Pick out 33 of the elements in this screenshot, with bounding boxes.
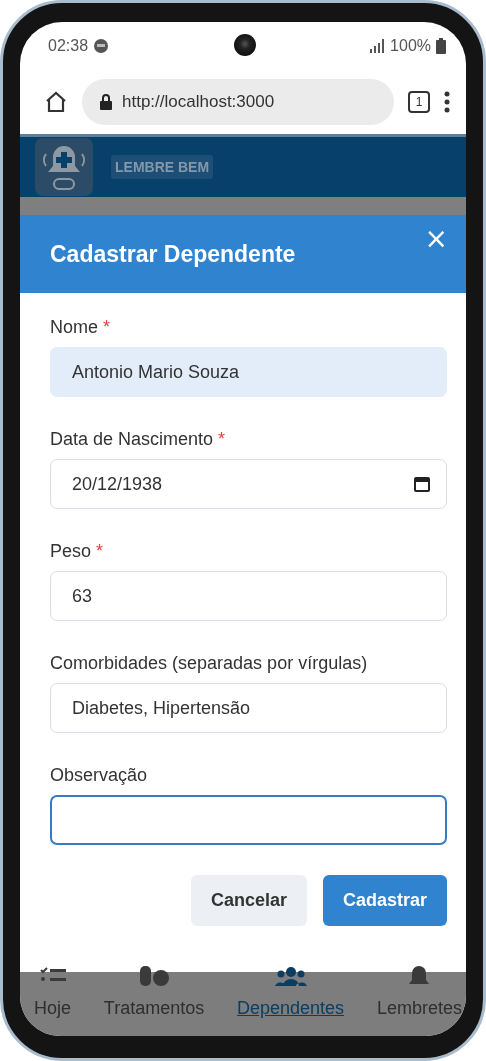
menu-icon[interactable] (444, 91, 450, 113)
field-label: Comorbidades (separadas por vírgulas) (50, 652, 368, 675)
url-text: http://localhost:3000 (122, 92, 275, 112)
lock-icon (100, 94, 112, 110)
close-button[interactable]: × (420, 225, 452, 253)
battery-icon (436, 38, 446, 54)
pills-icon (138, 966, 171, 988)
cancel-button[interactable]: Cancelar (190, 875, 307, 926)
submit-button[interactable]: Cadastrar (322, 875, 447, 926)
required-mark: * (218, 428, 226, 451)
camera-hole (234, 34, 256, 56)
signal-icon (369, 39, 386, 53)
field-label: Data de Nascimento (50, 428, 214, 451)
input-field[interactable]: Diabetes, Hipertensão (50, 683, 447, 733)
field-label: Observação (50, 764, 148, 787)
input-field[interactable] (50, 795, 447, 845)
input-field[interactable]: Antonio Mario Souza (50, 347, 447, 397)
calendar-icon[interactable] (414, 476, 430, 492)
input-field[interactable]: 20/12/1938 (50, 459, 447, 509)
address-bar[interactable]: http://localhost:3000 (82, 79, 394, 125)
field-label: Nome (50, 316, 98, 339)
field-label: Peso (50, 540, 92, 563)
tab-count[interactable]: 1 (408, 91, 430, 113)
required-mark: * (103, 316, 111, 339)
battery-percent: 100% (390, 37, 431, 55)
notification-icon (93, 38, 110, 54)
app-brand: LEMBRE BEM (111, 155, 214, 179)
home-icon[interactable] (44, 90, 68, 114)
users-icon (274, 966, 307, 988)
required-mark: * (96, 540, 104, 563)
status-time: 02:38 (48, 37, 89, 55)
modal-title: Cadastrar Dependente (50, 240, 296, 268)
input-field[interactable]: 63 (50, 571, 447, 621)
